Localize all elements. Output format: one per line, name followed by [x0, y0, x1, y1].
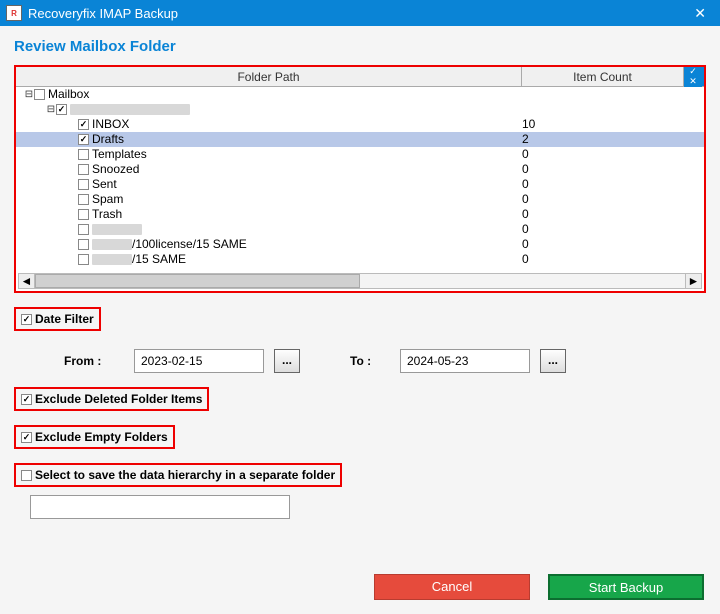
page-title: Review Mailbox Folder — [14, 38, 706, 55]
date-filter-option[interactable]: Date Filter — [14, 307, 101, 331]
row-label: Sent — [92, 177, 117, 192]
row-checkbox[interactable] — [78, 149, 89, 160]
save-hierarchy-checkbox[interactable] — [21, 470, 32, 481]
row-label: Trash — [92, 207, 122, 222]
exclude-empty-option[interactable]: Exclude Empty Folders — [14, 425, 175, 449]
row-count: 0 — [522, 177, 704, 192]
row-count: 0 — [522, 147, 704, 162]
scroll-right-icon[interactable]: ► — [685, 274, 701, 288]
row-checkbox[interactable] — [78, 209, 89, 220]
row-count: 2 — [522, 132, 704, 147]
row-checkbox[interactable] — [56, 104, 67, 115]
row-label: /15 SAME — [132, 252, 186, 267]
row-count: 0 — [522, 237, 704, 252]
table-row[interactable]: /15 SAME 0 — [16, 252, 704, 267]
row-count: 10 — [522, 117, 704, 132]
row-label: Templates — [92, 147, 147, 162]
from-date-input[interactable] — [134, 349, 264, 373]
row-checkbox[interactable] — [78, 224, 89, 235]
close-icon[interactable]: ✕ — [686, 5, 714, 22]
col-folder-path[interactable]: Folder Path — [16, 67, 522, 86]
to-date-picker-button[interactable]: ... — [540, 349, 566, 373]
row-count: 0 — [522, 222, 704, 237]
folder-table: Folder Path Item Count ✓ ✕ ⊟Mailbox⊟INBO… — [14, 65, 706, 293]
row-checkbox[interactable] — [78, 179, 89, 190]
row-count: 0 — [522, 192, 704, 207]
horizontal-scrollbar[interactable]: ◄ ► — [18, 273, 702, 289]
table-row[interactable]: 0 — [16, 222, 704, 237]
table-row[interactable]: Spam 0 — [16, 192, 704, 207]
row-checkbox[interactable] — [78, 239, 89, 250]
row-checkbox[interactable] — [78, 254, 89, 265]
exclude-empty-checkbox[interactable] — [21, 432, 32, 443]
row-label — [70, 104, 190, 115]
from-label: From : — [64, 354, 124, 368]
redacted-text — [92, 239, 132, 250]
table-row[interactable]: Trash 0 — [16, 207, 704, 222]
clear-all-icon[interactable]: ✕ — [684, 77, 702, 87]
table-row[interactable]: INBOX 10 — [16, 117, 704, 132]
row-count — [522, 87, 704, 102]
row-label: INBOX — [92, 117, 129, 132]
to-label: To : — [350, 354, 390, 368]
table-row[interactable]: Drafts 2 — [16, 132, 704, 147]
redacted-text — [92, 254, 132, 265]
window-title: Recoveryfix IMAP Backup — [28, 6, 686, 21]
row-count: 0 — [522, 162, 704, 177]
save-path-input[interactable] — [30, 495, 290, 519]
row-checkbox[interactable] — [78, 164, 89, 175]
row-label: Mailbox — [48, 87, 89, 102]
table-row[interactable]: Snoozed 0 — [16, 162, 704, 177]
col-item-count[interactable]: Item Count — [522, 67, 684, 86]
to-date-input[interactable] — [400, 349, 530, 373]
app-icon: R — [6, 5, 22, 21]
save-hierarchy-option[interactable]: Select to save the data hierarchy in a s… — [14, 463, 342, 487]
row-checkbox[interactable] — [78, 119, 89, 130]
date-filter-label: Date Filter — [35, 312, 94, 326]
table-row[interactable]: ⊟ — [16, 102, 704, 117]
table-header: Folder Path Item Count ✓ ✕ — [16, 67, 704, 87]
row-label: /100license/15 SAME — [132, 237, 247, 252]
date-filter-checkbox[interactable] — [21, 314, 32, 325]
titlebar: R Recoveryfix IMAP Backup ✕ — [0, 0, 720, 26]
table-row[interactable]: Templates 0 — [16, 147, 704, 162]
from-date-picker-button[interactable]: ... — [274, 349, 300, 373]
row-checkbox[interactable] — [34, 89, 45, 100]
date-range-row: From : ... To : ... — [14, 349, 706, 373]
row-label: Spam — [92, 192, 123, 207]
save-hierarchy-label: Select to save the data hierarchy in a s… — [35, 468, 335, 482]
row-checkbox[interactable] — [78, 134, 89, 145]
row-count: 0 — [522, 252, 704, 267]
exclude-deleted-option[interactable]: Exclude Deleted Folder Items — [14, 387, 209, 411]
scroll-track[interactable] — [35, 274, 685, 288]
row-count: 0 — [522, 207, 704, 222]
exclude-empty-label: Exclude Empty Folders — [35, 430, 168, 444]
tree-toggle-icon[interactable]: ⊟ — [46, 102, 56, 117]
table-row[interactable]: Sent 0 — [16, 177, 704, 192]
tree-toggle-icon[interactable]: ⊟ — [24, 87, 34, 102]
scroll-thumb[interactable] — [35, 274, 360, 288]
row-checkbox[interactable] — [78, 194, 89, 205]
scroll-left-icon[interactable]: ◄ — [19, 274, 35, 288]
button-bar: Cancel Start Backup — [374, 574, 704, 600]
row-label: Drafts — [92, 132, 124, 147]
table-row[interactable]: ⊟ Mailbox — [16, 87, 704, 102]
cancel-button[interactable]: Cancel — [374, 574, 530, 600]
col-actions: ✓ ✕ — [684, 67, 704, 86]
row-label — [92, 224, 142, 235]
exclude-deleted-checkbox[interactable] — [21, 394, 32, 405]
table-row[interactable]: /100license/15 SAME 0 — [16, 237, 704, 252]
row-label: Snoozed — [92, 162, 139, 177]
exclude-deleted-label: Exclude Deleted Folder Items — [35, 392, 202, 406]
row-count — [522, 102, 704, 117]
start-backup-button[interactable]: Start Backup — [548, 574, 704, 600]
table-body: ⊟Mailbox⊟INBOX10Drafts2Templates0Snoozed… — [16, 87, 704, 275]
